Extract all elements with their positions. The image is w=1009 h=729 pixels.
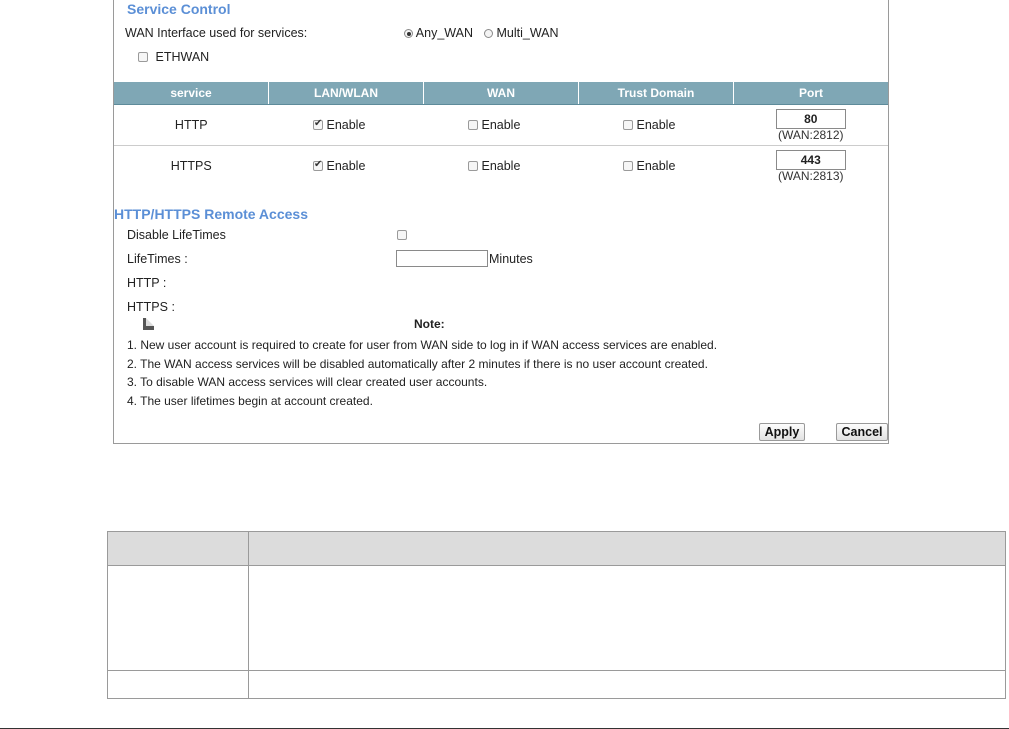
document-icon: [143, 318, 154, 330]
ethwan-option[interactable]: ETHWAN: [138, 50, 209, 64]
description-header-cell: [248, 531, 1006, 566]
wan-option-any-wan[interactable]: Any_WAN: [404, 26, 473, 40]
enable-label: Enable: [636, 159, 676, 173]
note-line-4: 4. The user lifetimes begin at account c…: [127, 394, 373, 408]
table-row: HTTPS Enable Enable Enable 443 (WAN:2813…: [114, 146, 888, 187]
note-line-2: 2. The WAN access services will be disab…: [127, 357, 708, 371]
apply-button[interactable]: Apply: [759, 423, 805, 441]
https-port-input[interactable]: 443: [775, 149, 846, 170]
cancel-button[interactable]: Cancel: [836, 423, 888, 441]
wan-option-multi-wan[interactable]: Multi_WAN: [484, 26, 559, 40]
description-table: [107, 531, 1006, 699]
note-line-1: 1. New user account is required to creat…: [127, 338, 718, 352]
note-line-3: 3. To disable WAN access services will c…: [127, 375, 488, 389]
service-table-header: service LAN/WLAN WAN Trust Domain Port: [114, 82, 888, 105]
service-table: service LAN/WLAN WAN Trust Domain Port H…: [114, 82, 888, 186]
multi-wan-label: Multi_WAN: [496, 26, 559, 40]
description-header-cell: [107, 531, 249, 566]
enable-label: Enable: [636, 118, 676, 132]
enable-label: Enable: [481, 118, 521, 132]
lan-enable-option[interactable]: Enable: [313, 118, 379, 132]
https-label: HTTPS :: [127, 300, 175, 314]
enable-label: Enable: [481, 159, 521, 173]
disable-lifetimes-checkbox[interactable]: [397, 230, 407, 240]
remote-access-title: HTTP/HTTPS Remote Access: [114, 206, 308, 222]
lan-enable-option[interactable]: Enable: [313, 159, 379, 173]
http-port-input[interactable]: 80: [775, 108, 846, 129]
wan-interface-label: WAN Interface used for services:: [125, 26, 308, 40]
any-wan-radio[interactable]: [404, 29, 413, 38]
http-wan-port: (WAN:2812): [777, 127, 844, 142]
trust-enable-option[interactable]: Enable: [623, 118, 689, 132]
http-lan-checkbox[interactable]: [313, 118, 323, 130]
lifetimes-label: LifeTimes :: [127, 252, 188, 266]
lifetimes-input[interactable]: [396, 250, 488, 267]
https-wan-checkbox[interactable]: [468, 161, 478, 171]
http-label: HTTP :: [127, 276, 167, 290]
description-cell: [107, 670, 249, 699]
https-lan-checkbox[interactable]: [313, 159, 323, 171]
col-trust-domain: Trust Domain: [578, 82, 734, 105]
service-name: HTTP: [114, 104, 269, 146]
multi-wan-radio[interactable]: [484, 29, 493, 38]
lifetimes-unit: Minutes: [489, 252, 533, 266]
ethwan-checkbox[interactable]: [138, 52, 148, 62]
enable-label: Enable: [326, 118, 366, 132]
any-wan-label: Any_WAN: [415, 26, 473, 40]
description-cell: [107, 565, 249, 671]
col-port: Port: [733, 82, 888, 105]
http-trust-checkbox[interactable]: [623, 120, 633, 130]
description-cell: [248, 670, 1006, 699]
col-wan: WAN: [423, 82, 579, 105]
enable-label: Enable: [326, 159, 366, 173]
wan-enable-option[interactable]: Enable: [468, 159, 534, 173]
service-control-panel: Service Control WAN Interface used for s…: [113, 0, 889, 444]
col-service: service: [114, 82, 269, 105]
table-row: [107, 565, 1006, 671]
trust-enable-option[interactable]: Enable: [623, 159, 689, 173]
description-table-header: [107, 531, 1006, 566]
description-cell: [248, 565, 1006, 671]
wan-enable-option[interactable]: Enable: [468, 118, 534, 132]
table-row: HTTP Enable Enable Enable 80 (WAN:2812): [114, 104, 888, 146]
http-wan-checkbox[interactable]: [468, 120, 478, 130]
col-lan-wlan: LAN/WLAN: [268, 82, 424, 105]
ethwan-label: ETHWAN: [155, 50, 210, 64]
note-title: Note:: [414, 317, 445, 331]
service-control-title: Service Control: [127, 1, 231, 17]
https-wan-port: (WAN:2813): [777, 168, 844, 183]
disable-lifetimes-label: Disable LifeTimes: [127, 228, 226, 242]
table-row: [107, 670, 1006, 699]
https-trust-checkbox[interactable]: [623, 161, 633, 171]
service-name: HTTPS: [170, 159, 212, 173]
